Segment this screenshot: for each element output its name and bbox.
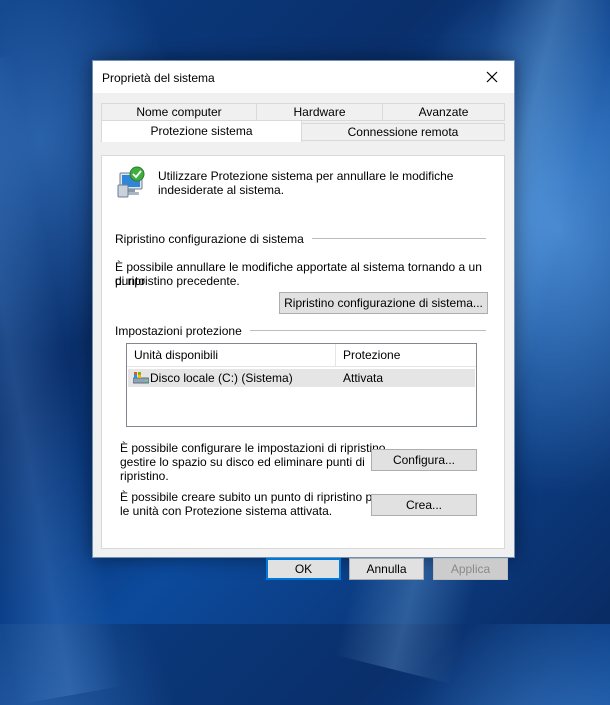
- intro-text-line1: Utilizzare Protezione sistema per annull…: [158, 169, 454, 183]
- tab-hardware[interactable]: Hardware: [256, 103, 383, 121]
- configure-desc-line1: È possibile configurare le impostazioni …: [120, 441, 389, 455]
- group-divider: [250, 330, 486, 331]
- system-protection-icon: [117, 166, 145, 198]
- group-divider: [298, 238, 486, 239]
- restore-group-label: Ripristino configurazione di sistema: [115, 232, 312, 246]
- tab-avanzate[interactable]: Avanzate: [382, 103, 505, 121]
- tab-protezione-sistema[interactable]: Protezione sistema: [101, 120, 302, 142]
- ok-button[interactable]: OK: [266, 558, 341, 580]
- listview-header: Unità disponibili Protezione: [127, 344, 476, 367]
- window-title: Proprietà del sistema: [102, 71, 215, 85]
- drive-name: Disco locale (C:) (Sistema): [150, 371, 293, 385]
- intro-text-line2: indesiderate al sistema.: [158, 183, 285, 197]
- restore-desc-line2: di ripristino precedente.: [115, 274, 240, 288]
- close-icon: [486, 71, 498, 83]
- system-properties-dialog: Proprietà del sistema Nome computer Hard…: [92, 60, 515, 580]
- system-restore-button[interactable]: Ripristino configurazione di sistema...: [279, 292, 488, 314]
- configure-desc-line2: gestire lo spazio su disco ed eliminare …: [120, 455, 365, 469]
- column-separator[interactable]: [335, 344, 336, 366]
- drive-icon: [133, 372, 149, 384]
- drives-listview[interactable]: Unità disponibili Protezione Disco local…: [126, 343, 477, 427]
- tab-panel-protezione-sistema: Utilizzare Protezione sistema per annull…: [101, 155, 505, 549]
- tab-connessione-remota[interactable]: Connessione remota: [301, 123, 505, 141]
- dialog-body: Nome computer Hardware Avanzate Protezio…: [93, 93, 514, 580]
- configure-button[interactable]: Configura...: [371, 449, 477, 471]
- create-desc-line2: le unità con Protezione sistema attivata…: [120, 504, 333, 518]
- create-desc-line1: È possibile creare subito un punto di ri…: [120, 490, 383, 504]
- create-button[interactable]: Crea...: [371, 494, 477, 516]
- table-row[interactable]: Disco locale (C:) (Sistema) Attivata: [128, 369, 475, 387]
- title-bar[interactable]: Proprietà del sistema: [93, 61, 514, 93]
- column-header-protezione[interactable]: Protezione: [343, 348, 400, 362]
- column-header-unita[interactable]: Unità disponibili: [134, 348, 218, 362]
- cancel-button[interactable]: Annulla: [349, 558, 424, 580]
- protection-status: Attivata: [343, 371, 384, 385]
- protection-group-label: Impostazioni protezione: [115, 324, 250, 338]
- tab-nome-computer[interactable]: Nome computer: [101, 103, 257, 121]
- apply-button[interactable]: Applica: [433, 558, 508, 580]
- close-button[interactable]: [470, 61, 514, 93]
- configure-desc-line3: ripristino.: [120, 469, 169, 483]
